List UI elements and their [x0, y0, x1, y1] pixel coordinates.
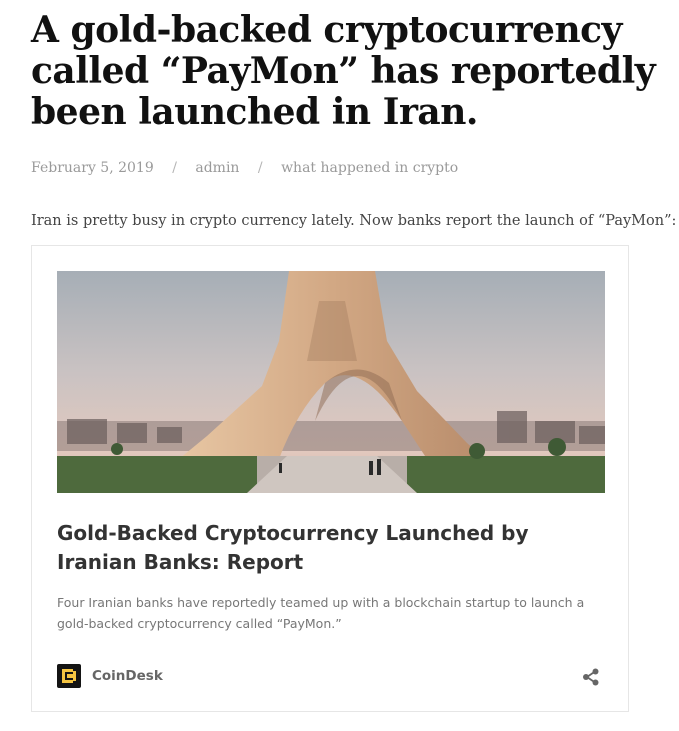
embed-source[interactable]: CoinDesk [57, 664, 163, 688]
meta-separator: / [257, 160, 263, 176]
link-preview-card[interactable]: Gold-Backed Cryptocurrency Launched by I… [31, 245, 629, 712]
post-title: A gold-backed cryptocurrency called “Pay… [31, 9, 656, 133]
post-meta: February 5, 2019 / admin / what happened… [31, 160, 458, 176]
embed-description: Four Iranian banks have reportedly teame… [57, 595, 585, 631]
post-date-link[interactable]: February 5, 2019 [31, 160, 154, 176]
share-icon[interactable] [581, 667, 601, 687]
azadi-tower-photo[interactable] [57, 271, 605, 493]
embed-source-name: CoinDesk [92, 668, 163, 684]
meta-separator: / [172, 160, 177, 176]
coindesk-logo-icon [57, 664, 81, 688]
post-author-link[interactable]: admin [195, 160, 239, 176]
embed-title-link[interactable]: Gold-Backed Cryptocurrency Launched by I… [57, 519, 597, 577]
post-intro: Iran is pretty busy in crypto currency l… [31, 213, 677, 229]
post-category-link[interactable]: what happened in crypto [281, 160, 458, 176]
